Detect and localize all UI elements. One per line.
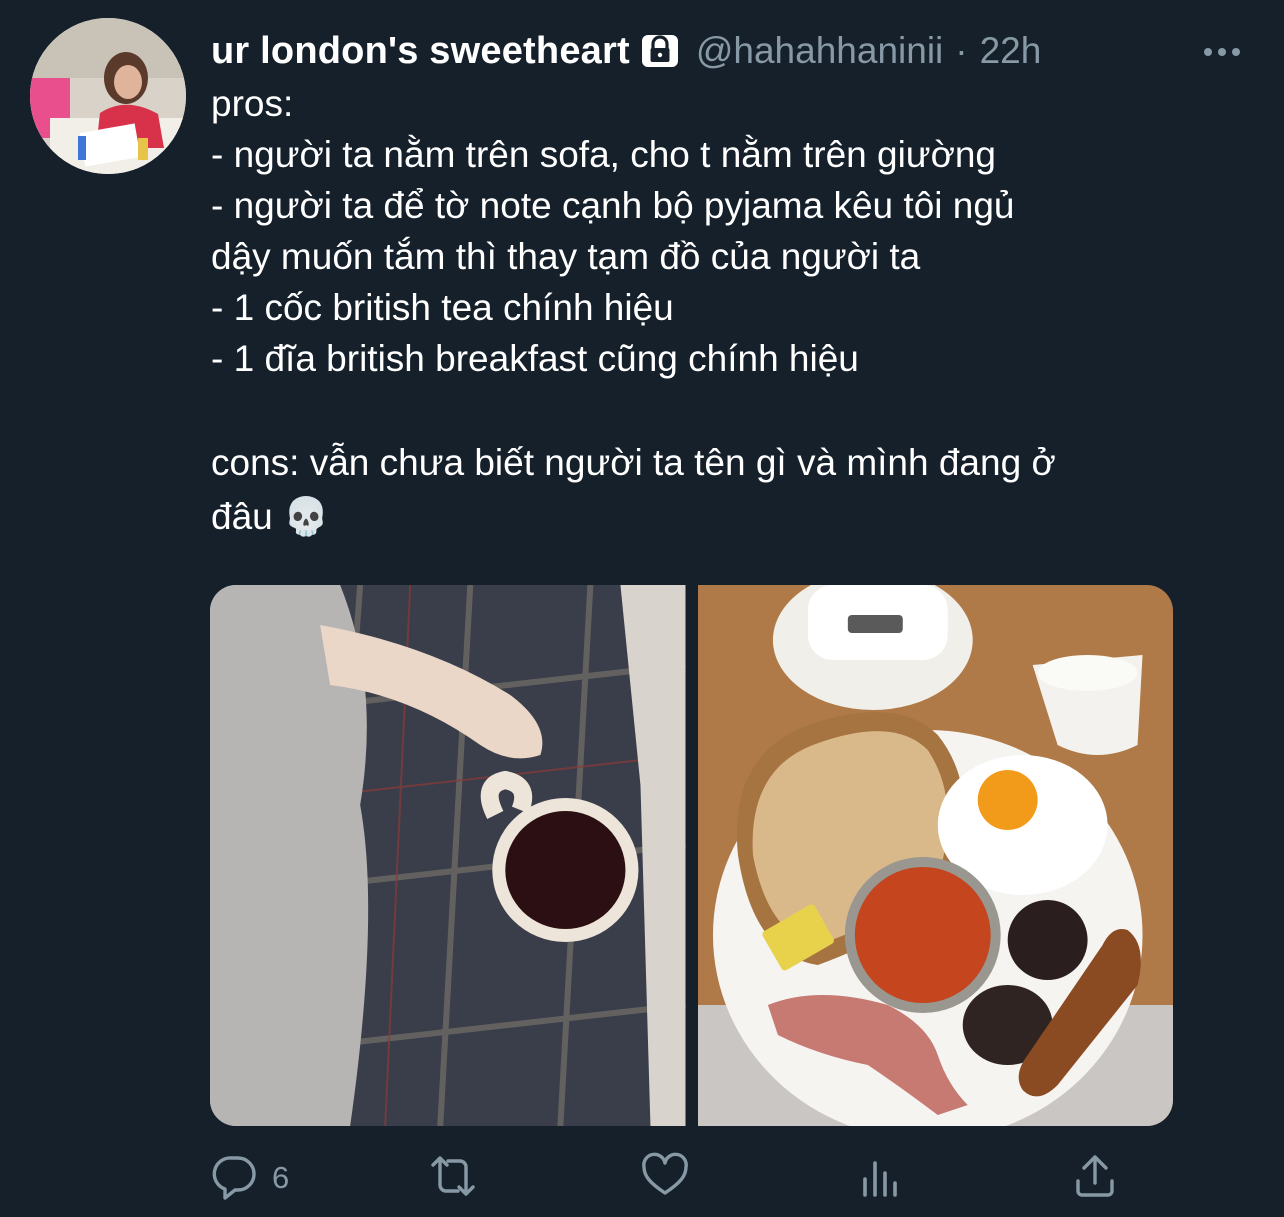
tweet-line: - người ta nằm trên sofa, cho t nằm trên… [211,134,996,175]
timestamp[interactable]: 22h [980,30,1042,72]
like-button[interactable] [640,1150,702,1206]
analytics-icon [855,1151,905,1206]
reply-icon [210,1151,260,1206]
tweet-line: cons: vẫn chưa biết người ta tên gì và m… [211,442,1056,483]
tweet-header: ur london's sweetheart @hahahhaninii · 2… [211,26,1244,76]
share-icon [1070,1151,1120,1206]
lock-icon [640,31,680,71]
tweet-line: - 1 cốc british tea chính hiệu [211,287,674,328]
tweet-line: - 1 đĩa british breakfast cũng chính hiệ… [211,338,859,379]
tweet-line: dậy muốn tắm thì thay tạm đồ của người t… [211,236,921,277]
media-photo-breakfast[interactable] [697,585,1173,1126]
share-button[interactable] [1070,1150,1120,1206]
tweet-line: pros: [211,83,294,124]
tweet: ur london's sweetheart @hahahhaninii · 2… [0,0,1284,1217]
tweet-line: - người ta để tờ note cạnh bộ pyjama kêu… [211,185,1015,226]
analytics-button[interactable] [855,1150,905,1206]
retweet-icon [425,1151,481,1206]
avatar-photo [30,18,186,174]
reply-button[interactable]: 6 [210,1150,289,1206]
display-name[interactable]: ur london's sweetheart [211,30,630,73]
heart-icon [640,1151,690,1206]
reply-count: 6 [272,1160,290,1195]
handle[interactable]: @hahahhaninii [696,30,943,72]
media-photo-tea[interactable] [210,585,686,1126]
retweet-button[interactable] [425,1150,493,1206]
tweet-actions: 6 [210,1150,1130,1206]
tweet-line: đâu 💀 [211,496,330,537]
separator: · [955,30,968,71]
tweet-text: pros: - người ta nằm trên sofa, cho t nằ… [211,78,1251,544]
more-icon[interactable] [1200,32,1244,72]
avatar[interactable] [30,18,186,174]
media-grid [210,585,1173,1126]
